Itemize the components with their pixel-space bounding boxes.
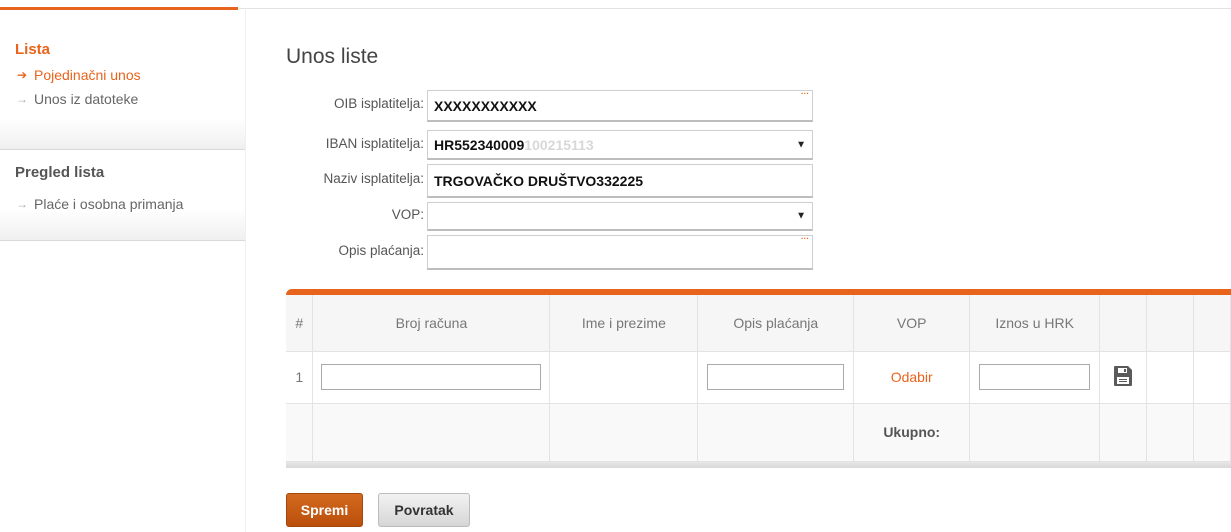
sidebar-item-place-i-osobna-primanja[interactable]: → Plaće i osobna primanja [15, 192, 245, 216]
sidebar-section-pregled-lista: Pregled lista → Plaće i osobna primanja [0, 150, 245, 241]
sidebar: Lista ➔ Pojedinačni unos → Unos iz datot… [0, 10, 245, 532]
vop-select[interactable]: ▼ [427, 202, 813, 231]
back-button[interactable]: Povratak [378, 493, 470, 527]
oib-field[interactable]: XXXXXXXXXXX ··· [427, 90, 813, 122]
broj-racuna-input[interactable] [321, 364, 542, 390]
sidebar-item-label: Plaće i osobna primanja [34, 196, 184, 212]
floppy-disk-icon[interactable] [1113, 365, 1133, 387]
table-summary-row: Ukupno: [286, 403, 1231, 462]
ukupno-label: Ukupno: [883, 424, 941, 440]
row-number: 1 [286, 351, 314, 404]
col-header-ime-prezime: Ime i prezime [549, 295, 699, 352]
page-title: Unos liste [286, 45, 379, 68]
col-header-opis-placanja: Opis plaćanja [697, 295, 855, 352]
form-row-naziv: Naziv isplatitelja: [286, 171, 426, 186]
sidebar-item-unos-iz-datoteke[interactable]: → Unos iz datoteke [15, 87, 245, 111]
form-row-oib: OIB isplatitelja: [286, 96, 426, 111]
col-header-empty [1099, 295, 1148, 352]
naziv-label: Naziv isplatitelja: [323, 171, 424, 186]
form-row-opis: Opis plaćanja: [286, 243, 426, 258]
opis-field[interactable]: ··· [427, 235, 813, 270]
required-marker: ··· [801, 234, 809, 243]
vop-label: VOP: [391, 207, 424, 222]
sidebar-item-label: Unos iz datoteke [34, 91, 139, 107]
col-header-broj-racuna: Broj računa [312, 295, 551, 352]
caret-down-icon: ▼ [796, 139, 806, 150]
form-row-vop: VOP: [286, 207, 426, 222]
oib-label: OIB isplatitelja: [333, 96, 424, 111]
arrow-right-icon: → [16, 92, 28, 106]
sidebar-heading-pregled-lista[interactable]: Pregled lista [15, 164, 245, 192]
naziv-field[interactable]: TRGOVAČKO DRUŠTVO332225 [427, 164, 813, 198]
odabir-link[interactable]: Odabir [891, 369, 933, 385]
col-header-iznos: Iznos u HRK [969, 295, 1101, 352]
arrow-right-icon: → [16, 197, 28, 211]
col-header-vop: VOP [853, 295, 971, 352]
iznos-input[interactable] [979, 364, 1091, 390]
col-header-empty [1146, 295, 1194, 352]
required-marker: ··· [801, 89, 809, 98]
payment-table: # Broj računa Ime i prezime Opis plaćanj… [286, 289, 1231, 468]
opis-label: Opis plaćanja: [338, 243, 424, 258]
ime-prezime-cell [549, 351, 699, 404]
save-button[interactable]: Spremi [286, 493, 363, 527]
table-row: 1 Odabir [286, 351, 1231, 404]
sidebar-heading-lista[interactable]: Lista [15, 41, 245, 63]
opis-placanja-input[interactable] [707, 364, 845, 390]
iban-label: IBAN isplatitelja: [325, 136, 424, 151]
caret-down-icon: ▼ [796, 210, 806, 222]
top-border [0, 0, 1231, 10]
col-header-number: # [286, 295, 314, 352]
form-row-iban: IBAN isplatitelja: [286, 136, 426, 151]
sidebar-item-label: Pojedinačni unos [34, 67, 141, 83]
table-header-row: # Broj računa Ime i prezime Opis plaćanj… [286, 295, 1231, 352]
iban-value-faded: 100215113 [524, 136, 594, 153]
arrow-right-icon: ➔ [16, 68, 28, 82]
iban-select[interactable]: HR552340009 100215113 ▼ [427, 130, 813, 160]
sidebar-section-lista: Lista ➔ Pojedinačni unos → Unos iz datot… [0, 10, 245, 150]
sidebar-item-pojedinacni-unos[interactable]: ➔ Pojedinačni unos [15, 63, 245, 87]
col-header-empty [1193, 295, 1231, 352]
